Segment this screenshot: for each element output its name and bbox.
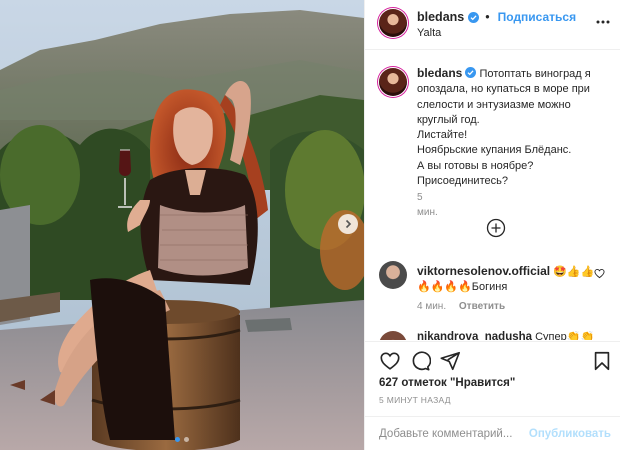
likes-count[interactable]: 627 отметок "Нравится" xyxy=(379,377,515,389)
post-actions-bar xyxy=(365,341,620,377)
commenter-avatar[interactable] xyxy=(379,261,407,289)
post-photo[interactable] xyxy=(0,0,364,450)
caption-line-8: Присоединитесь? xyxy=(417,175,508,188)
plus-circle-icon[interactable] xyxy=(486,218,506,238)
follow-button[interactable]: Подписаться xyxy=(498,10,576,24)
comment-text-2: 🔥🔥🔥🔥Богиня xyxy=(417,281,508,293)
caption-line-3: слелости и энтузиазме можно xyxy=(417,98,571,111)
post-image xyxy=(0,0,364,450)
heart-icon[interactable] xyxy=(379,350,401,372)
caption-line-6: Ноябрьские купания Блёданс. xyxy=(417,144,572,157)
caption-timestamp: 5 мин. xyxy=(417,192,438,219)
caption-line-7: А вы готовы в ноябре? xyxy=(417,159,534,172)
author-avatar[interactable] xyxy=(379,9,407,37)
commenter-avatar-2[interactable] xyxy=(379,331,407,340)
commenter-avatar-2-clip xyxy=(379,331,407,340)
bookmark-icon[interactable] xyxy=(591,350,613,372)
share-icon[interactable] xyxy=(439,350,461,372)
caption-username[interactable]: bledans xyxy=(417,66,462,80)
caption-line-5: Листайте! xyxy=(417,129,468,142)
reply-button[interactable]: Ответить xyxy=(459,301,505,312)
caption-author-avatar[interactable] xyxy=(379,68,407,96)
post-side-panel: bledans • Подписаться Yalta bledans Пото… xyxy=(364,0,620,450)
comment-icon[interactable] xyxy=(409,350,431,372)
post-header: bledans • Подписаться Yalta xyxy=(365,0,620,50)
caption-line-4: круглый год. xyxy=(417,113,480,126)
carousel-indicator xyxy=(0,437,364,442)
carousel-next-button[interactable] xyxy=(338,214,358,234)
comment-text-2-body: Супер👏👏 xyxy=(535,331,595,340)
comment-input[interactable]: Добавьте комментарий... xyxy=(379,428,529,440)
carousel-dot-active xyxy=(175,437,180,442)
post-date: 5 МИНУТ НАЗАД xyxy=(379,395,451,405)
publish-comment-button[interactable]: Опубликовать xyxy=(529,428,611,440)
location-link[interactable]: Yalta xyxy=(417,27,441,39)
comment-like-heart-icon[interactable] xyxy=(594,268,605,279)
verified-badge-icon xyxy=(468,11,480,23)
comment-username-2[interactable]: nikandrova_nadusha xyxy=(417,331,532,340)
chevron-right-icon xyxy=(345,219,352,229)
add-comment-bar: Добавьте комментарий... Опубликовать xyxy=(365,416,620,450)
caption-line-1: Потоптать виноград я xyxy=(479,68,591,80)
post-caption: bledans Потоптать виноград я опоздала, н… xyxy=(417,66,613,189)
more-horizontal-icon[interactable] xyxy=(595,14,611,30)
comment-meta: 4 мин. Ответить xyxy=(417,301,505,312)
caption-line-2: опоздала, но купаться в море при xyxy=(417,83,590,96)
comment-timestamp: 4 мин. xyxy=(417,301,447,312)
comment-text-1: 🤩👍👍 xyxy=(553,266,595,278)
author-username[interactable]: bledans xyxy=(417,10,464,24)
comment-item-2: nikandrova_nadusha Супер👏👏 xyxy=(417,331,607,340)
separator-bullet: • xyxy=(485,10,490,24)
comment-username[interactable]: viktornesolenov.official xyxy=(417,264,550,278)
verified-badge-icon xyxy=(465,67,477,78)
carousel-dot xyxy=(184,437,189,442)
comment-item: viktornesolenov.official 🤩👍👍 🔥🔥🔥🔥Богиня xyxy=(417,264,597,295)
